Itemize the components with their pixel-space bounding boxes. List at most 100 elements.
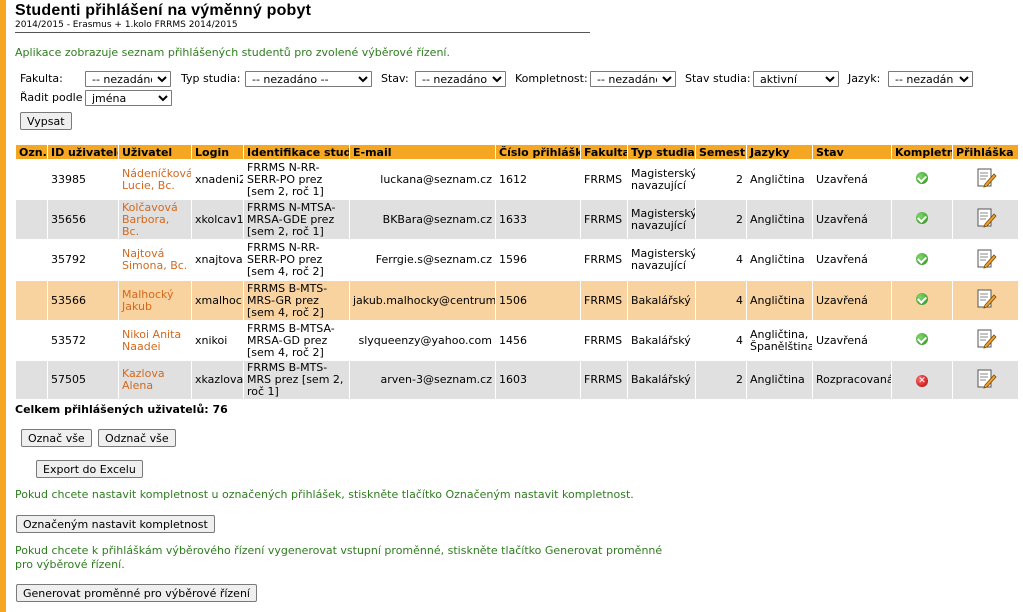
select-cell <box>15 360 48 400</box>
edit-application-icon[interactable] <box>975 328 997 350</box>
application-cell[interactable] <box>952 199 1019 240</box>
edit-application-icon[interactable] <box>975 368 997 390</box>
table-header-row: Ozn. ID uživatele Uživatel Login Identifikac… <box>15 144 1019 160</box>
state-cell: Uzavřená <box>812 320 892 361</box>
languages-cell: Angličtina <box>746 239 813 281</box>
languages-cell: Angličtina <box>746 280 813 321</box>
complete-cell: ✕ <box>891 360 953 400</box>
jazyk-select[interactable]: -- nezadáno -- <box>888 71 973 87</box>
state-cell: Uzavřená <box>812 280 892 321</box>
kompletnost-select[interactable]: -- nezadáno -- <box>590 71 676 87</box>
user-name-link[interactable]: Nádeníčková Lucie, Bc. <box>118 159 192 200</box>
login-cell: xnadeni2 <box>191 159 244 200</box>
edit-application-icon[interactable] <box>975 167 997 189</box>
login-cell: xnikoi <box>191 320 244 361</box>
edit-application-icon[interactable] <box>975 207 997 229</box>
study-type-cell: Bakalářský <box>627 360 696 400</box>
column-header: Fakulta <box>580 144 628 160</box>
typ-studia-label: Typ studia: <box>181 72 241 85</box>
column-header: Semestr <box>695 144 747 160</box>
application-cell[interactable] <box>952 239 1019 281</box>
applications-table: Ozn. ID uživatele Uživatel Login Identifikac… <box>15 144 1019 400</box>
table-row[interactable]: 35656 Kolčavová Barbora, Bc. xkolcav1 FRRMS… <box>15 199 1019 240</box>
complete-cell <box>891 280 953 321</box>
table-row[interactable]: 35792 Najtová Simona, Bc. xnajtova FRRMS N-… <box>15 239 1019 281</box>
study-cell: FRRMS B-MTS-MRS prez [sem 2, roč 1] <box>243 360 350 400</box>
intro-text: Aplikace zobrazuje seznam přihlášených s… <box>15 46 450 59</box>
typ-studia-select[interactable]: -- nezadáno -- <box>245 71 372 87</box>
state-cell: Rozpracovaná <box>812 360 892 400</box>
stav-studia-label: Stav studia: <box>685 72 751 85</box>
faculty-cell: FRRMS <box>580 239 628 281</box>
complete-check-icon <box>916 212 928 224</box>
table-row[interactable]: 33985 Nádeníčková Lucie, Bc. xnadeni2 FRRMS… <box>15 159 1019 200</box>
stav-studia-select[interactable]: aktivní <box>753 71 839 87</box>
complete-cell <box>891 320 953 361</box>
study-cell: FRRMS B-MTSA-MRSA-GD prez [sem 4, roč 2] <box>243 320 350 361</box>
user-name-link[interactable]: Najtová Simona, Bc. <box>118 239 192 281</box>
table-row[interactable]: 57505 Kazlova Alena xkazlova FRRMS B-MTS-MR… <box>15 360 1019 400</box>
table-row[interactable]: 53572 Nikoi Anita Naadei xnikoi FRRMS B-MTS… <box>15 320 1019 361</box>
languages-cell: Angličtina <box>746 159 813 200</box>
complete-check-icon <box>916 172 928 184</box>
login-cell: xkazlova <box>191 360 244 400</box>
filter-form: Fakulta: -- nezadáno -- Typ studia: -- n… <box>15 67 1018 130</box>
application-cell[interactable] <box>952 280 1019 321</box>
table-row[interactable]: 53566 Malhocký Jakub xmalhoc1 FRRMS B-MTS-M… <box>15 280 1019 321</box>
complete-check-icon <box>916 293 928 305</box>
study-type-cell: Magisterský navazující <box>627 199 696 240</box>
radit-podle-select[interactable]: jména <box>85 90 172 106</box>
fakulta-label: Fakulta: <box>20 72 63 85</box>
user-id-cell: 33985 <box>47 159 119 200</box>
column-header: Identifikace studia <box>243 144 350 160</box>
email-cell: arven-3@seznam.cz <box>349 360 496 400</box>
application-cell[interactable] <box>952 320 1019 361</box>
complete-cell <box>891 159 953 200</box>
state-cell: Uzavřená <box>812 159 892 200</box>
generate-variables-button[interactable]: Generovat proměnné pro výběrové řízení <box>16 584 257 602</box>
set-completeness-button[interactable]: Označeným nastavit kompletnost <box>16 515 215 533</box>
study-cell: FRRMS B-MTS-MRS-GR prez [sem 4, roč 2] <box>243 280 350 321</box>
column-header: Ozn. <box>15 144 48 160</box>
complete-check-icon <box>916 333 928 345</box>
select-cell <box>15 239 48 281</box>
complete-cell <box>891 239 953 281</box>
languages-cell: Angličtina <box>746 360 813 400</box>
languages-cell: Angličtina, Španělština <box>746 320 813 361</box>
completeness-message: Pokud chcete nastavit kompletnost u ozna… <box>15 488 634 501</box>
deselect-all-button[interactable]: Odznač vše <box>98 429 176 447</box>
application-cell[interactable] <box>952 159 1019 200</box>
user-name-link[interactable]: Malhocký Jakub <box>118 280 192 321</box>
edit-application-icon[interactable] <box>975 248 997 270</box>
page-subtitle: 2014/2015 - Erasmus + 1.kolo FRRMS 2014/… <box>15 20 590 33</box>
login-cell: xnajtova <box>191 239 244 281</box>
email-cell: luckana@seznam.cz <box>349 159 496 200</box>
vypsat-button[interactable]: Vypsat <box>20 112 72 130</box>
edit-application-icon[interactable] <box>975 288 997 310</box>
study-type-cell: Bakalářský <box>627 320 696 361</box>
semester-cell: 2 <box>695 199 747 240</box>
application-number-cell: 1456 <box>495 320 581 361</box>
application-number-cell: 1633 <box>495 199 581 240</box>
application-cell[interactable] <box>952 360 1019 400</box>
stav-label: Stav: <box>381 72 409 85</box>
fakulta-select[interactable]: -- nezadáno -- <box>85 71 171 87</box>
semester-cell: 4 <box>695 239 747 281</box>
select-all-button[interactable]: Označ vše <box>21 429 92 447</box>
user-name-link[interactable]: Kolčavová Barbora, Bc. <box>118 199 192 240</box>
total-count: Celkem přihlášených uživatelů: 76 <box>15 403 228 416</box>
column-header: Kompletní <box>891 144 953 160</box>
user-name-link[interactable]: Kazlova Alena <box>118 360 192 400</box>
user-name-link[interactable]: Nikoi Anita Naadei <box>118 320 192 361</box>
export-excel-button[interactable]: Export do Excelu <box>36 460 143 478</box>
column-header: Stav <box>812 144 892 160</box>
select-cell <box>15 280 48 321</box>
semester-cell: 4 <box>695 280 747 321</box>
stav-select[interactable]: -- nezadáno -- <box>415 71 506 87</box>
study-cell: FRRMS N-RR-SERR-PO prez [sem 2, roč 1] <box>243 159 350 200</box>
column-header: Typ studia <box>627 144 696 160</box>
email-cell: slyqueenzy@yahoo.com <box>349 320 496 361</box>
application-number-cell: 1596 <box>495 239 581 281</box>
semester-cell: 2 <box>695 360 747 400</box>
incomplete-x-icon: ✕ <box>916 374 928 387</box>
